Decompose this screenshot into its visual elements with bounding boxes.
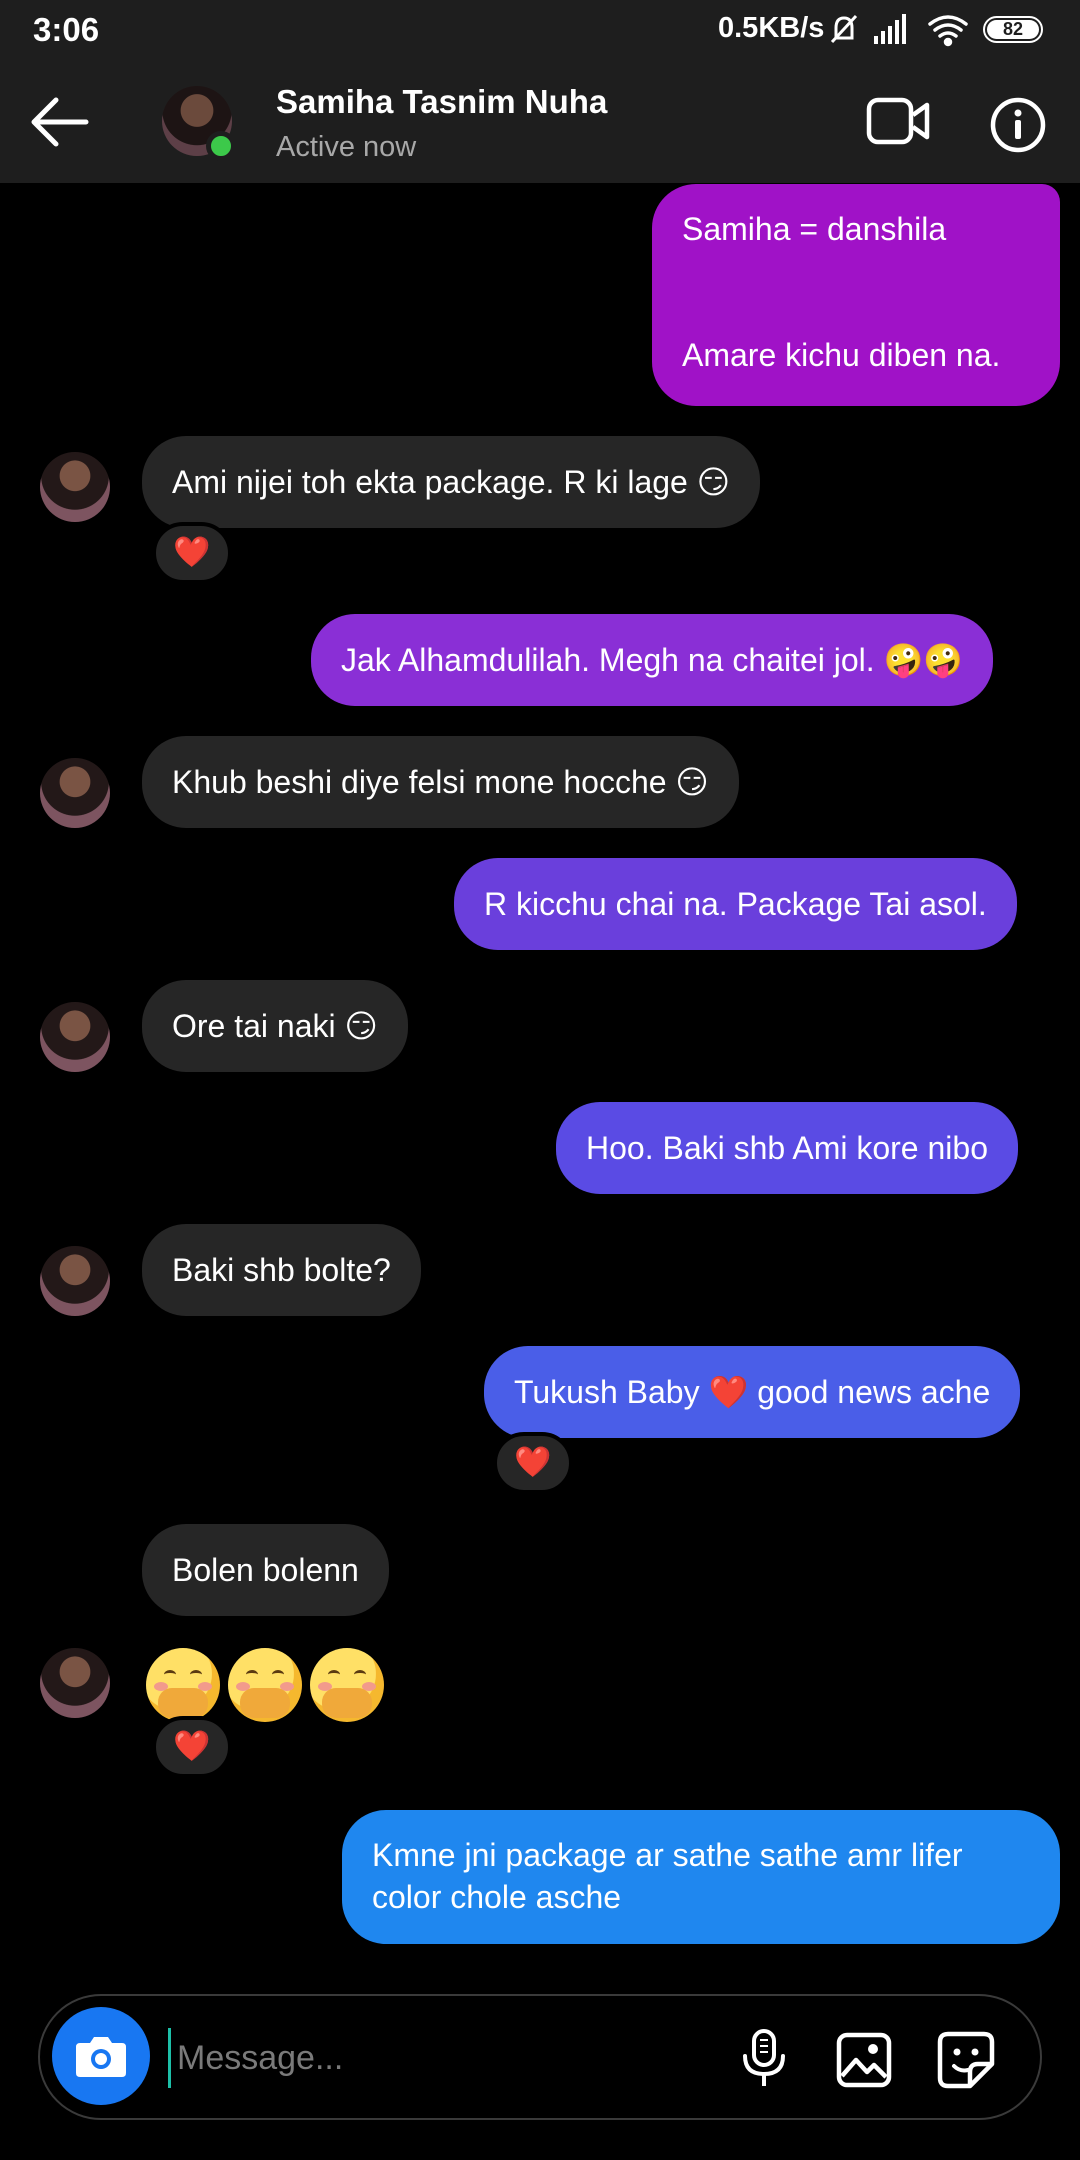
hand-over-mouth-emoji xyxy=(146,1648,220,1722)
network-speed: 0.5KB/s xyxy=(718,12,825,44)
message-line: color chole asche xyxy=(372,1879,622,1915)
message-text: R kicchu chai na. Package Tai asol. xyxy=(484,886,987,922)
contact-status: Active now xyxy=(276,131,417,163)
message-line xyxy=(682,250,1030,292)
sent-message[interactable]: Samiha = danshila Amare kichu diben na. xyxy=(652,184,1060,406)
gallery-icon[interactable] xyxy=(836,2032,892,2088)
message-text: Baki shb bolte? xyxy=(172,1252,391,1288)
message-input[interactable] xyxy=(168,2028,708,2088)
received-message[interactable]: Khub beshi diye felsi mone hocche 😏 xyxy=(142,736,739,828)
contact-avatar[interactable] xyxy=(40,1648,110,1718)
received-message[interactable]: Baki shb bolte? xyxy=(142,1224,421,1316)
message-line: Samiha = danshila xyxy=(682,211,947,247)
wifi-icon xyxy=(928,15,968,47)
message-text: Ami nijei toh ekta package. R ki lage 😏 xyxy=(172,464,731,500)
camera-button[interactable] xyxy=(52,2007,150,2105)
heart-reaction[interactable]: ❤️ xyxy=(152,522,232,584)
info-icon[interactable] xyxy=(990,97,1046,153)
hand-over-mouth-emoji xyxy=(228,1648,302,1722)
message-text: Tukush Baby ❤️ good news ache xyxy=(514,1374,991,1410)
status-icons xyxy=(830,14,968,47)
received-message[interactable]: Ami nijei toh ekta package. R ki lage 😏 xyxy=(142,436,761,528)
battery-level: 82 xyxy=(987,20,1039,39)
contact-avatar[interactable] xyxy=(40,758,110,828)
sent-message[interactable]: R kicchu chai na. Package Tai asol. xyxy=(454,858,1017,950)
contact-avatar[interactable] xyxy=(40,1002,110,1072)
message-text: Hoo. Baki shb Ami kore nibo xyxy=(586,1130,988,1166)
contact-avatar[interactable] xyxy=(40,452,110,522)
sent-message[interactable]: Tukush Baby ❤️ good news ache xyxy=(484,1346,1021,1438)
message-text: Bolen bolenn xyxy=(172,1552,359,1588)
battery-icon: 82 xyxy=(983,16,1043,43)
message-line: Kmne jni package ar sathe sathe amr life… xyxy=(372,1837,963,1873)
online-indicator xyxy=(206,131,236,161)
signal-icon xyxy=(874,14,906,44)
sent-message[interactable]: Kmne jni package ar sathe sathe amr life… xyxy=(342,1810,1060,1944)
received-message[interactable]: Bolen bolenn xyxy=(142,1524,389,1616)
heart-icon: ❤️ xyxy=(173,1730,211,1763)
sticker-icon[interactable] xyxy=(936,2030,996,2090)
received-message[interactable]: Ore tai naki 😏 xyxy=(142,980,408,1072)
camera-icon xyxy=(76,2037,126,2077)
contact-avatar[interactable] xyxy=(40,1246,110,1316)
status-bar: 3:06 0.5KB/s 82 xyxy=(0,0,1080,61)
chat-header: Samiha Tasnim Nuha Active now xyxy=(0,61,1080,183)
sent-message[interactable]: Jak Alhamdulilah. Megh na chaitei jol. 🤪… xyxy=(311,614,994,706)
heart-icon: ❤️ xyxy=(173,536,211,569)
message-text: Ore tai naki 😏 xyxy=(172,1008,378,1044)
heart-reaction[interactable]: ❤️ xyxy=(152,1716,232,1778)
video-call-icon[interactable] xyxy=(866,95,930,147)
message-text: Khub beshi diye felsi mone hocche 😏 xyxy=(172,764,709,800)
status-time: 3:06 xyxy=(33,11,100,48)
microphone-icon[interactable] xyxy=(738,2028,790,2090)
message-line: Amare kichu diben na. xyxy=(682,337,1001,373)
heart-icon: ❤️ xyxy=(514,1446,552,1479)
contact-name[interactable]: Samiha Tasnim Nuha xyxy=(276,83,607,121)
message-text: Jak Alhamdulilah. Megh na chaitei jol. 🤪… xyxy=(341,642,964,678)
mute-icon xyxy=(830,14,858,44)
heart-reaction[interactable]: ❤️ xyxy=(493,1432,573,1494)
emoji-message[interactable]: 🤭🤭🤭 xyxy=(142,1646,392,1726)
hand-over-mouth-emoji xyxy=(310,1648,384,1722)
back-arrow-icon[interactable] xyxy=(26,89,92,155)
sent-message[interactable]: Hoo. Baki shb Ami kore nibo xyxy=(556,1102,1018,1194)
